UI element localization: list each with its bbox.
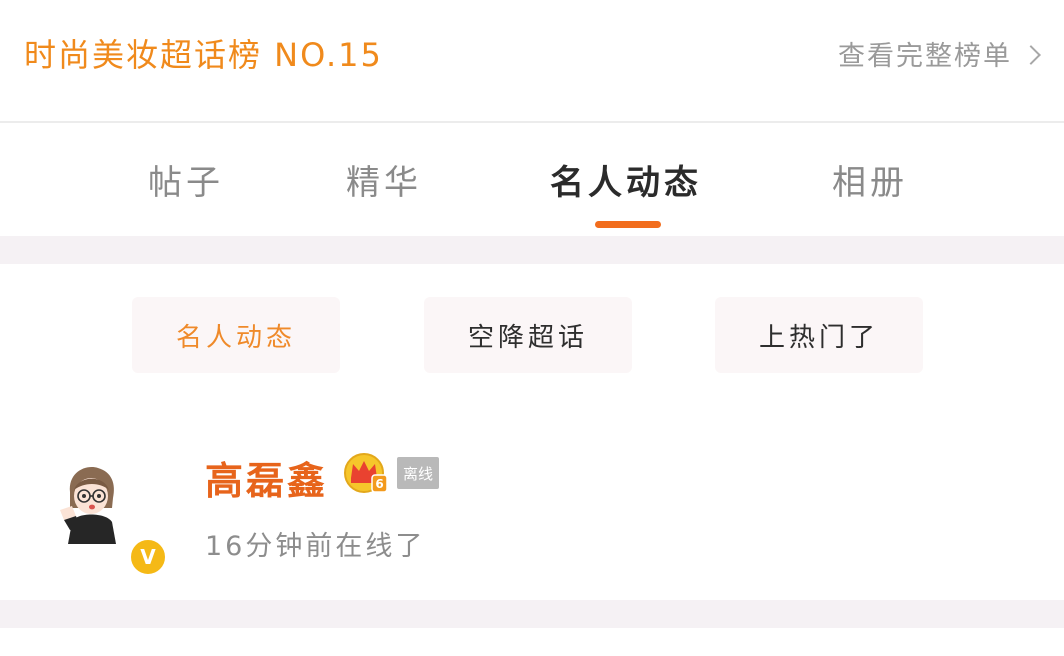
section-separator (0, 236, 1064, 264)
section-separator-bottom (0, 600, 1064, 628)
list-item[interactable]: V 高磊鑫 6 离线 16分钟前在线了 (0, 404, 1064, 600)
crown-icon: 6 (344, 453, 388, 493)
status-badge: 离线 (397, 457, 439, 489)
verified-v-icon: V (129, 538, 167, 576)
rank-title: 时尚美妆超话榜 NO.15 (24, 36, 383, 74)
active-tab-indicator (595, 221, 661, 228)
header-bar: 时尚美妆超话榜 NO.15 查看完整榜单 (0, 0, 1064, 120)
last-online-text: 16分钟前在线了 (205, 531, 426, 562)
tab-album[interactable]: 相册 (832, 155, 908, 204)
avatar[interactable] (56, 462, 126, 544)
subtab-airdrop-topic[interactable]: 空降超话 (424, 297, 632, 373)
subtab-trending[interactable]: 上热门了 (715, 297, 923, 373)
tab-featured[interactable]: 精华 (346, 155, 422, 204)
view-full-list-link[interactable]: 查看完整榜单 (838, 34, 1041, 73)
tab-celebrity-news[interactable]: 名人动态 (550, 155, 702, 204)
view-full-list-label: 查看完整榜单 (838, 41, 1012, 72)
username[interactable]: 高磊鑫 (205, 450, 328, 505)
subtab-celebrity-news[interactable]: 名人动态 (132, 297, 340, 373)
level-number: 6 (375, 477, 383, 491)
main-tabs: 帖子 精华 名人动态 相册 (0, 123, 1064, 236)
tab-posts[interactable]: 帖子 (148, 155, 224, 204)
chevron-right-icon (1021, 44, 1041, 65)
sub-tabs: 名人动态 空降超话 上热门了 (0, 264, 1064, 404)
